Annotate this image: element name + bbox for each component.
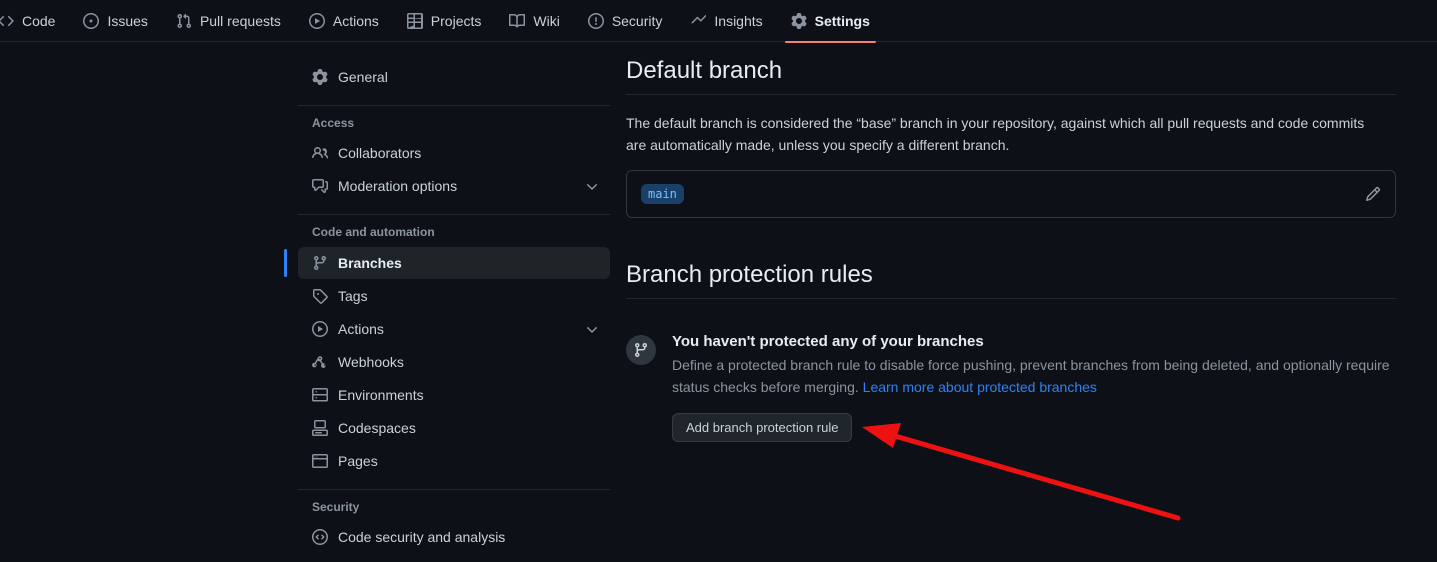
sidebar-divider-1: [298, 105, 610, 106]
chevron-down-icon[interactable]: [584, 321, 600, 337]
sidebar-item-label: Webhooks: [338, 353, 404, 370]
sidebar-group-title-security: Security: [312, 499, 360, 514]
nav-tab-insights[interactable]: Insights: [676, 0, 776, 42]
settings-main-content: Default branch The default branch is con…: [626, 56, 1396, 442]
sidebar-item-label: Code security and analysis: [338, 529, 506, 546]
nav-tab-issues[interactable]: Issues: [69, 0, 161, 42]
sidebar-item-code-security-and-analysis[interactable]: Code security and analysis: [298, 521, 610, 553]
sidebar-item-label: Collaborators: [338, 145, 422, 162]
git-branch-icon: [312, 255, 328, 271]
nav-tab-label: Projects: [430, 12, 482, 29]
nav-tab-security[interactable]: Security: [574, 0, 677, 42]
server-icon: [312, 387, 328, 403]
sidebar-item-label: Environments: [338, 386, 424, 403]
sidebar-item-general[interactable]: General: [298, 61, 610, 93]
tag-icon: [312, 288, 328, 304]
default-branch-box: main: [626, 170, 1396, 219]
nav-tab-pull-requests[interactable]: Pull requests: [162, 0, 295, 42]
gear-icon: [312, 69, 328, 85]
page-title-branch-protection-rules: Branch protection rules: [626, 261, 873, 289]
sidebar-item-label: Actions: [338, 320, 384, 337]
page-title-default-branch: Default branch: [626, 57, 783, 84]
settings-sidebar: General Access Collaborators Moderation …: [284, 60, 610, 554]
play-icon: [308, 12, 325, 29]
sidebar-item-pages[interactable]: Pages: [298, 445, 610, 477]
people-icon: [312, 145, 328, 161]
issue-opened-icon: [83, 12, 100, 29]
chevron-down-icon[interactable]: [584, 178, 600, 194]
book-icon: [509, 13, 526, 29]
nav-tab-label: Security: [611, 12, 663, 29]
add-branch-protection-rule-button[interactable]: Add branch protection rule: [672, 412, 853, 442]
sidebar-item-moderation-options[interactable]: Moderation options: [298, 170, 610, 202]
learn-more-link[interactable]: Learn more about protected branches: [863, 379, 1097, 395]
branch-protection-empty-state: You haven't protected any of your branch…: [626, 317, 1396, 442]
nav-tab-wiki[interactable]: Wiki: [495, 0, 573, 42]
nav-tab-label: Insights: [714, 12, 763, 29]
shield-icon: [587, 12, 604, 29]
sidebar-item-label: Moderation options: [338, 178, 458, 195]
sidebar-item-label: Pages: [338, 452, 378, 469]
empty-state-body: You haven't protected any of your branch…: [672, 331, 1396, 442]
sidebar-item-collaborators[interactable]: Collaborators: [298, 137, 610, 169]
nav-tab-settings[interactable]: Settings: [777, 0, 884, 43]
empty-state-title: You haven't protected any of your branch…: [672, 333, 984, 351]
sidebar-item-label: Branches: [338, 254, 402, 271]
git-pull-request-icon: [176, 13, 192, 29]
comment-discussion-icon: [312, 178, 328, 194]
default-branch-description: The default branch is considered the “ba…: [626, 115, 1365, 153]
play-icon: [312, 320, 328, 337]
codespaces-icon: [312, 419, 328, 436]
codescan-icon: [312, 529, 328, 546]
nav-tab-projects[interactable]: Projects: [393, 0, 496, 42]
code-icon: [0, 13, 14, 29]
nav-tab-label: Actions: [332, 12, 379, 29]
table-icon: [406, 12, 423, 29]
sidebar-item-tags[interactable]: Tags: [298, 280, 610, 312]
sidebar-item-webhooks[interactable]: Webhooks: [298, 346, 610, 378]
nav-tab-code[interactable]: Code: [0, 0, 69, 42]
webhook-icon: [312, 354, 328, 370]
sidebar-divider-3: [298, 488, 610, 490]
sidebar-group-title-access: Access: [312, 116, 355, 130]
sidebar-item-actions[interactable]: Actions: [298, 313, 610, 345]
sidebar-item-label: Tags: [338, 287, 368, 304]
sidebar-item-label: Codespaces: [338, 419, 416, 436]
section-divider-branch-protection: [626, 298, 1396, 300]
sidebar-item-codespaces[interactable]: Codespaces: [298, 412, 610, 444]
nav-tab-label: Issues: [107, 12, 148, 29]
sidebar-item-branches[interactable]: Branches: [284, 246, 610, 279]
sidebar-item-environments[interactable]: Environments: [298, 379, 610, 411]
graph-icon: [690, 13, 707, 29]
sidebar-divider-2: [298, 214, 610, 216]
nav-tab-label: Code: [22, 12, 56, 29]
section-divider-default-branch: [626, 94, 1396, 95]
nav-tab-label: Pull requests: [199, 12, 281, 29]
nav-tab-label: Wiki: [533, 12, 560, 29]
sidebar-group-title-code-and-automation: Code and automation: [312, 225, 435, 240]
pencil-icon[interactable]: [1365, 186, 1381, 202]
github-repo-settings-page: Code Issues Pull requests Actions Projec…: [0, 0, 1437, 562]
page-body: General Access Collaborators Moderation …: [0, 42, 1437, 562]
nav-tab-actions[interactable]: Actions: [295, 0, 393, 42]
nav-tab-label: Settings: [814, 12, 870, 29]
sidebar-item-label: General: [338, 69, 388, 85]
git-branch-icon: [626, 335, 656, 366]
empty-state-text: Define a protected branch rule to disabl…: [672, 355, 1396, 398]
repository-nav: Code Issues Pull requests Actions Projec…: [0, 0, 1437, 43]
browser-icon: [312, 453, 328, 469]
default-branch-name-chip: main: [641, 184, 684, 205]
gear-icon: [791, 12, 807, 29]
